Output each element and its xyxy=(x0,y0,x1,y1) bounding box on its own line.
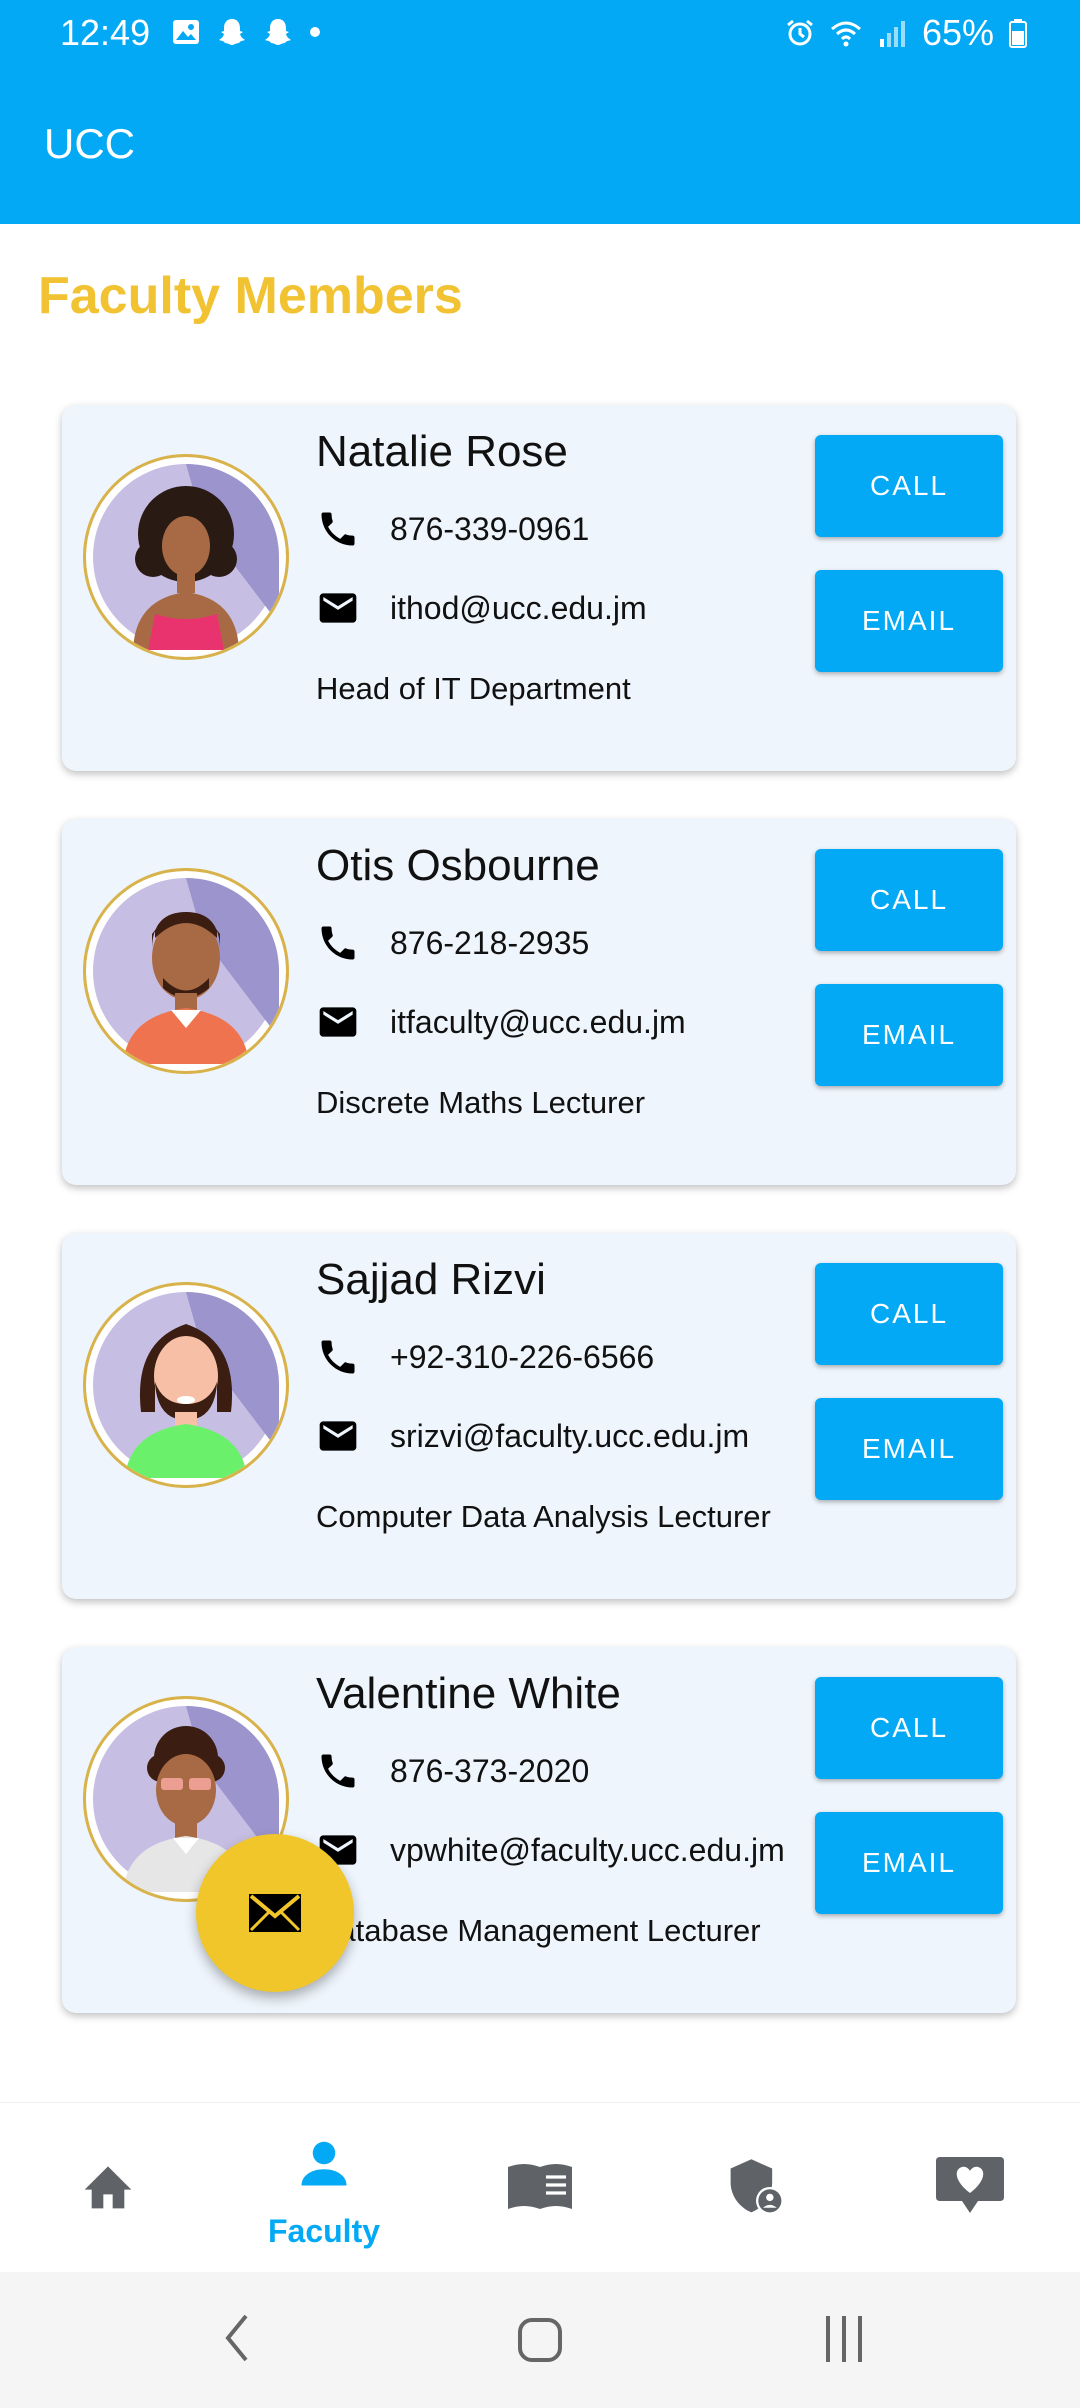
faculty-role: Discrete Maths Lecturer xyxy=(316,1085,646,1120)
back-icon[interactable] xyxy=(222,2310,252,2366)
email-row: itfaculty@ucc.edu.jm xyxy=(316,1000,686,1044)
signal-icon xyxy=(879,21,905,47)
home-icon xyxy=(84,2166,132,2209)
snapchat-icon xyxy=(219,19,245,45)
email-address: srizvi@faculty.ucc.edu.jm xyxy=(390,1417,750,1454)
faculty-card: Natalie Rose 876-339-0961 ithod@ucc.edu.… xyxy=(62,405,1016,771)
faculty-name: Natalie Rose xyxy=(316,427,568,476)
faculty-role: Head of IT Department xyxy=(316,671,631,706)
wifi-icon xyxy=(830,21,861,47)
call-button[interactable]: CALL xyxy=(815,1677,1003,1779)
nav-admin[interactable] xyxy=(648,2103,864,2273)
phone-row: +92-310-226-6566 xyxy=(316,1335,654,1379)
email-address: ithod@ucc.edu.jm xyxy=(390,589,647,626)
phone-number: +92-310-226-6566 xyxy=(390,1338,655,1375)
compose-email-fab[interactable] xyxy=(196,1834,354,1992)
dot-icon xyxy=(310,27,320,37)
faculty-card: Valentine White 876-373-2020 vpwhite@fac… xyxy=(62,1647,1016,2013)
faculty-role: Computer Data Analysis Lecturer xyxy=(316,1499,771,1534)
nav-home[interactable] xyxy=(0,2103,216,2273)
faculty-name: Valentine White xyxy=(316,1669,621,1718)
app-title: UCC xyxy=(44,120,135,167)
nav-favorites[interactable] xyxy=(864,2103,1080,2273)
app-bar: 12:49 65% UCC xyxy=(0,0,1080,224)
phone-number: 876-373-2020 xyxy=(390,1752,590,1789)
phone-icon xyxy=(321,926,355,960)
avatar xyxy=(83,1282,289,1488)
system-navigation-bar xyxy=(0,2272,1080,2408)
envelope-icon xyxy=(249,1894,301,1932)
admin-shield-icon xyxy=(730,2159,784,2215)
email-button[interactable]: EMAIL xyxy=(815,1812,1003,1914)
email-button[interactable]: EMAIL xyxy=(815,984,1003,1086)
snapchat-icon-2 xyxy=(265,19,291,45)
gallery-icon xyxy=(173,20,199,44)
call-button[interactable]: CALL xyxy=(815,435,1003,537)
alarm-icon xyxy=(787,19,813,46)
faculty-name: Otis Osbourne xyxy=(316,841,600,890)
phone-number: 876-339-0961 xyxy=(390,510,590,547)
heart-message-icon xyxy=(936,2157,1004,2213)
email-button[interactable]: EMAIL xyxy=(815,570,1003,672)
phone-icon xyxy=(321,1340,355,1374)
nav-faculty-label: Faculty xyxy=(267,2213,381,2249)
avatar xyxy=(83,454,289,660)
status-time: 12:49 xyxy=(60,12,151,53)
call-button[interactable]: CALL xyxy=(815,1263,1003,1365)
status-bar: 12:49 65% xyxy=(0,0,1080,66)
avatar xyxy=(83,868,289,1074)
email-button[interactable]: EMAIL xyxy=(815,1398,1003,1500)
phone-row: 876-373-2020 xyxy=(316,1749,589,1793)
bottom-navigation: Faculty xyxy=(0,2102,1080,2273)
faculty-role: Database Management Lecturer xyxy=(316,1913,761,1948)
system-icons: 65% xyxy=(784,12,1028,54)
nav-faculty[interactable]: Faculty xyxy=(216,2103,432,2273)
mail-icon xyxy=(319,1421,357,1451)
faculty-name: Sajjad Rizvi xyxy=(316,1255,546,1304)
email-row: vpwhite@faculty.ucc.edu.jm xyxy=(316,1828,785,1872)
page-title: Faculty Members xyxy=(38,267,463,325)
faculty-card: Sajjad Rizvi +92-310-226-6566 srizvi@fac… xyxy=(62,1233,1016,1599)
mail-icon xyxy=(319,1007,357,1037)
mail-icon xyxy=(319,593,357,623)
notification-icons xyxy=(170,16,322,48)
person-icon xyxy=(301,2141,347,2186)
phone-number: 876-218-2935 xyxy=(390,924,590,961)
phone-icon xyxy=(321,1754,355,1788)
phone-icon xyxy=(321,512,355,546)
recent-apps-icon[interactable] xyxy=(822,2312,866,2366)
email-address: vpwhite@faculty.ucc.edu.jm xyxy=(390,1831,785,1868)
battery-percent: 65% xyxy=(921,12,994,53)
nav-book[interactable] xyxy=(432,2103,648,2273)
battery-icon xyxy=(1009,19,1027,48)
call-button[interactable]: CALL xyxy=(815,849,1003,951)
book-icon xyxy=(508,2164,572,2209)
email-row: ithod@ucc.edu.jm xyxy=(316,586,647,630)
phone-row: 876-218-2935 xyxy=(316,921,589,965)
email-row: srizvi@faculty.ucc.edu.jm xyxy=(316,1414,749,1458)
faculty-card: Otis Osbourne 876-218-2935 itfaculty@ucc… xyxy=(62,819,1016,1185)
email-address: itfaculty@ucc.edu.jm xyxy=(390,1003,686,1040)
phone-row: 876-339-0961 xyxy=(316,507,589,551)
home-circle-icon[interactable] xyxy=(516,2316,564,2364)
